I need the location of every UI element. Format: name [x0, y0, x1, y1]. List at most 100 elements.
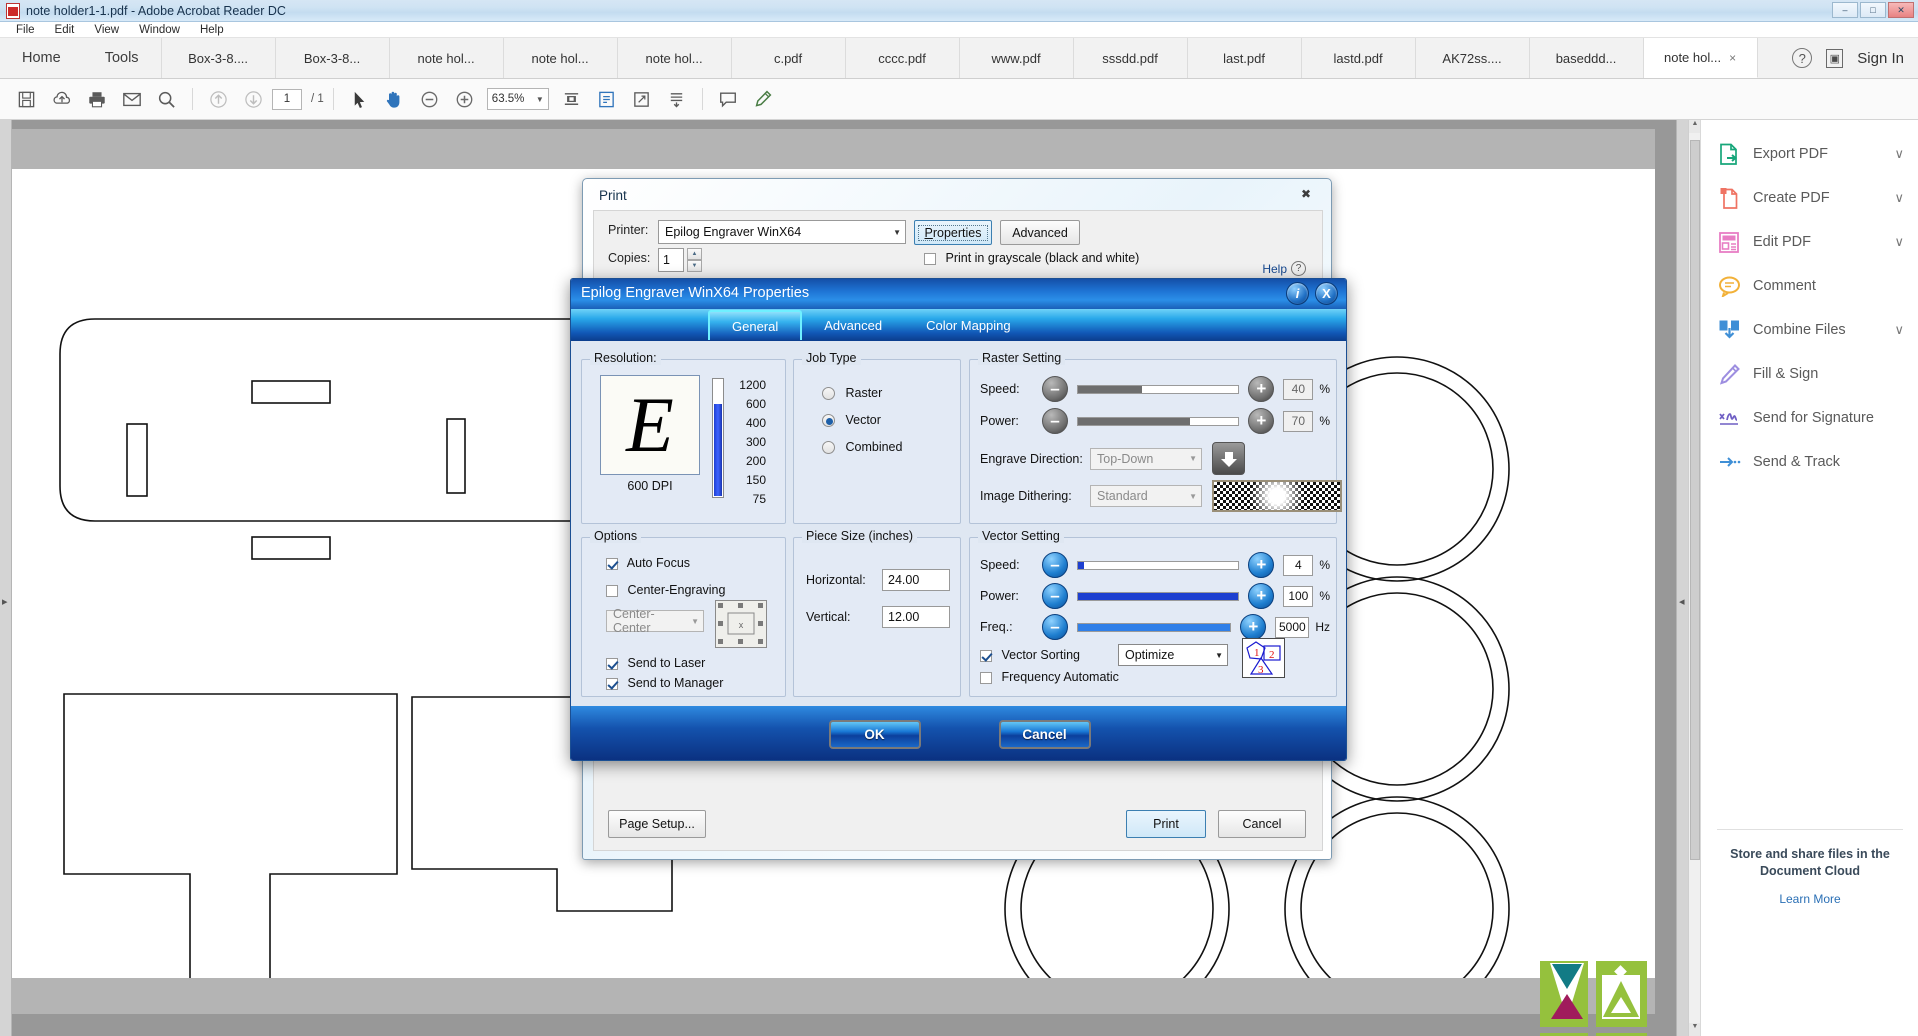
raster-power-increase-button[interactable]: + [1248, 408, 1275, 434]
horizontal-input[interactable]: 24.00 [882, 569, 950, 591]
vector-freq-decrease-button[interactable]: – [1042, 614, 1068, 640]
checkbox-box[interactable] [606, 677, 618, 690]
vector-speed-decrease-button[interactable]: – [1042, 552, 1068, 578]
close-icon[interactable]: X [1315, 282, 1338, 305]
vector-power-value[interactable]: 100 [1283, 585, 1314, 607]
tab-document-0[interactable]: Box-3-8.... [162, 38, 276, 78]
tab-document-6[interactable]: cccc.pdf [846, 38, 960, 78]
vertical-scrollbar[interactable]: ▲ ▼ [1688, 120, 1701, 1036]
menu-view[interactable]: View [84, 22, 129, 38]
chevron-right-icon[interactable]: ▸ [2, 595, 8, 608]
raster-power-slider[interactable] [1077, 416, 1240, 426]
tab-document-7[interactable]: www.pdf [960, 38, 1074, 78]
email-icon[interactable] [115, 84, 148, 114]
right-panel-strip[interactable]: ◂ [1676, 120, 1688, 1036]
checkbox-box[interactable] [980, 649, 992, 662]
sidebar-item-combine-files[interactable]: Combine Files ∨ [1701, 308, 1918, 352]
copies-stepper[interactable]: ▲ ▼ [687, 248, 702, 272]
vector-sorting-checkbox[interactable]: Vector Sorting [980, 648, 1080, 662]
resolution-slider[interactable] [712, 378, 724, 498]
tab-document-3[interactable]: note hol... [504, 38, 618, 78]
sidebar-item-edit-pdf[interactable]: Edit PDF ∨ [1701, 220, 1918, 264]
zoom-out-icon[interactable] [413, 84, 446, 114]
print-icon[interactable] [80, 84, 113, 114]
toggle-panel-icon[interactable]: ▣ [1826, 48, 1844, 68]
help-icon[interactable]: ? [1291, 261, 1306, 276]
send-to-manager-checkbox[interactable]: Send to Manager [606, 676, 723, 690]
tab-document-2[interactable]: note hol... [390, 38, 504, 78]
sidebar-item-comment[interactable]: Comment [1701, 264, 1918, 308]
close-button[interactable]: ✕ [1888, 2, 1914, 18]
vector-power-increase-button[interactable]: + [1248, 583, 1275, 609]
next-page-icon[interactable] [237, 84, 270, 114]
chevron-down-icon[interactable]: ∨ [1894, 146, 1904, 162]
checkbox-box[interactable] [924, 252, 936, 265]
tab-general[interactable]: General [708, 310, 803, 340]
menu-help[interactable]: Help [190, 22, 234, 38]
engrave-direction-select[interactable]: Top-Down ▼ [1090, 447, 1202, 470]
vector-power-slider[interactable] [1077, 591, 1240, 601]
send-to-laser-checkbox[interactable]: Send to Laser [606, 656, 705, 670]
menu-edit[interactable]: Edit [45, 22, 85, 38]
job-type-combined[interactable]: Combined [822, 440, 902, 455]
menu-window[interactable]: Window [129, 22, 190, 38]
zoom-in-icon[interactable] [448, 84, 481, 114]
vector-speed-slider[interactable] [1077, 560, 1240, 570]
search-icon[interactable] [150, 84, 183, 114]
tab-document-1[interactable]: Box-3-8... [276, 38, 390, 78]
job-type-raster[interactable]: Raster [822, 386, 882, 401]
chevron-down-icon[interactable]: ∨ [1894, 322, 1904, 338]
sidebar-item-export-pdf[interactable]: Export PDF ∨ [1701, 132, 1918, 176]
radio-button[interactable] [822, 387, 835, 401]
hand-tool-icon[interactable] [378, 84, 411, 114]
tab-advanced[interactable]: Advanced [802, 310, 904, 340]
help-link[interactable]: Help ? [1262, 261, 1306, 276]
print-button[interactable]: Print [1126, 810, 1206, 838]
properties-button[interactable]: PPropertiesroperties [914, 220, 992, 245]
tab-tools[interactable]: Tools [83, 38, 162, 78]
page-setup-button[interactable]: Page Setup... [608, 810, 706, 838]
zoom-level-select[interactable]: 63.5% ▼ [486, 88, 549, 110]
tab-home[interactable]: Home [0, 38, 83, 78]
center-engraving-checkbox[interactable]: Center-Engraving [606, 583, 725, 597]
fit-page-icon[interactable] [555, 84, 588, 114]
raster-speed-increase-button[interactable]: + [1248, 376, 1275, 402]
vector-power-decrease-button[interactable]: – [1042, 583, 1068, 609]
previous-page-icon[interactable] [202, 84, 235, 114]
vertical-input[interactable]: 12.00 [882, 606, 950, 628]
engrave-direction-icon[interactable] [1212, 442, 1245, 475]
tab-color-mapping[interactable]: Color Mapping [904, 310, 1033, 340]
checkbox-box[interactable] [606, 657, 618, 670]
job-type-vector[interactable]: Vector [822, 413, 881, 428]
help-icon[interactable]: ? [1792, 48, 1813, 68]
epilog-ok-button[interactable]: OK [828, 719, 921, 749]
fullscreen-icon[interactable] [625, 84, 658, 114]
comment-bubble-icon[interactable] [712, 84, 745, 114]
vector-freq-slider[interactable] [1077, 622, 1232, 632]
copies-input[interactable]: 1 [658, 248, 684, 272]
epilog-cancel-button[interactable]: Cancel [998, 719, 1091, 749]
checkbox-box[interactable] [980, 671, 992, 684]
chevron-down-icon[interactable]: ∨ [1894, 190, 1904, 206]
radio-button[interactable] [822, 441, 835, 455]
tab-document-4[interactable]: note hol... [618, 38, 732, 78]
checkbox-box[interactable] [606, 557, 618, 570]
vector-order-preview-icon[interactable]: 1 2 3 [1242, 638, 1285, 678]
tab-document-5[interactable]: c.pdf [732, 38, 846, 78]
advanced-button[interactable]: Advanced [1000, 220, 1080, 245]
vector-speed-value[interactable]: 4 [1283, 554, 1314, 576]
highlight-pen-icon[interactable] [747, 84, 780, 114]
vector-speed-increase-button[interactable]: + [1248, 552, 1275, 578]
image-dithering-select[interactable]: Standard ▼ [1090, 485, 1202, 507]
sidebar-item-send-for-signature[interactable]: Send for Signature [1701, 396, 1918, 440]
tab-document-12[interactable]: baseddd... [1530, 38, 1644, 78]
raster-power-value[interactable]: 70 [1283, 410, 1314, 432]
center-position-icon[interactable]: x [715, 600, 767, 648]
close-icon[interactable]: ✖ [1295, 186, 1317, 202]
close-icon[interactable]: × [1729, 51, 1736, 65]
upload-cloud-icon[interactable] [45, 84, 78, 114]
sidebar-item-fill-sign[interactable]: Fill & Sign [1701, 352, 1918, 396]
raster-speed-slider[interactable] [1077, 384, 1240, 394]
tab-document-9[interactable]: last.pdf [1188, 38, 1302, 78]
vector-freq-value[interactable]: 5000 [1275, 616, 1310, 638]
